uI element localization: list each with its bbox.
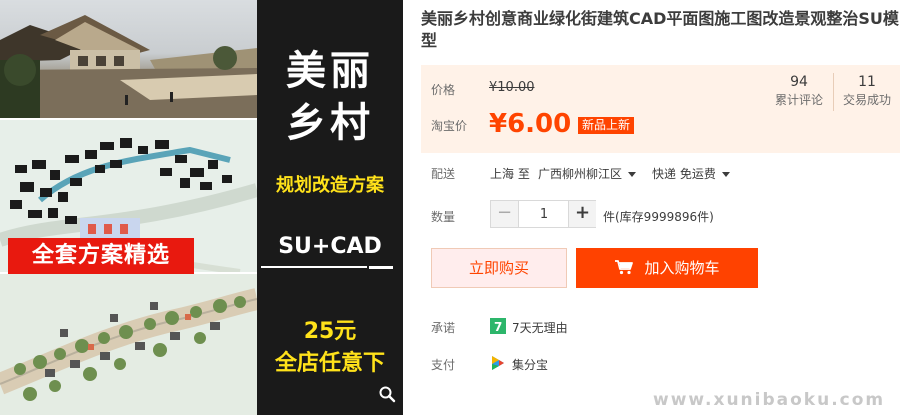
delivery-destination-select[interactable]: 广西柳州柳江区 xyxy=(538,165,637,182)
product-main-image[interactable]: 全套方案精选 美丽 乡村 规划改造方案 SU+CAD 25元 全店任意下 xyxy=(0,0,403,415)
quantity-increase-button[interactable]: + xyxy=(568,201,596,227)
promise-text[interactable]: 7天无理由 xyxy=(512,319,568,336)
sale-price-value: ¥6.00 xyxy=(489,109,572,139)
quantity-decrease-button[interactable]: − xyxy=(491,201,519,227)
promo-headline-1: 美丽 xyxy=(286,48,374,94)
promo-format: SU+CAD xyxy=(278,234,382,259)
seven-day-return-icon: 7 xyxy=(490,318,506,334)
promo-divider-accent xyxy=(369,266,393,269)
delivery-origin: 上海 至 xyxy=(490,167,530,181)
shipping-method: 快递 免运费 xyxy=(652,167,716,181)
sales-count-stat: 11 交易成功 xyxy=(837,73,897,109)
village-rendering-photo xyxy=(0,0,257,118)
payment-text: 集分宝 xyxy=(512,358,549,372)
promise-label: 承诺 xyxy=(431,321,456,335)
quantity-stepper: − + xyxy=(490,200,596,228)
list-price-label: 价格 xyxy=(431,83,456,97)
chevron-down-icon xyxy=(721,172,730,177)
review-count-label: 累计评论 xyxy=(774,93,823,107)
promo-store-offer: 全店任意下 xyxy=(274,351,385,376)
sale-price-label: 淘宝价 xyxy=(431,119,468,133)
jifenbao-icon xyxy=(490,355,506,371)
promo-headline-2: 乡村 xyxy=(286,100,374,146)
new-arrival-badge: 新品上新 xyxy=(578,117,635,134)
sales-count: 11 xyxy=(858,74,876,90)
svg-text:7: 7 xyxy=(494,320,502,334)
price-panel: 价格 ¥10.00 淘宝价 ¥6.00 新品上新 94 累计评论 11 交易成功 xyxy=(421,65,900,153)
product-title: 美丽乡村创意商业绿化街建筑CAD平面图施工图改造景观整治SU模型 xyxy=(421,9,899,50)
chevron-down-icon xyxy=(628,172,637,177)
review-count-stat[interactable]: 94 累计评论 xyxy=(769,73,829,109)
review-count: 94 xyxy=(790,74,808,90)
delivery-destination: 广西柳州柳江区 xyxy=(538,167,623,181)
add-to-cart-button[interactable]: 加入购物车 xyxy=(576,248,758,288)
promo-divider xyxy=(261,266,367,268)
quantity-input[interactable] xyxy=(520,201,568,227)
buy-now-button[interactable]: 立即购买 xyxy=(431,248,567,288)
promo-subtitle: 规划改造方案 xyxy=(276,175,384,196)
stock-info: 件(库存9999896件) xyxy=(603,210,714,224)
delivery-label: 配送 xyxy=(431,167,456,181)
sales-count-label: 交易成功 xyxy=(842,93,891,107)
add-to-cart-label: 加入购物车 xyxy=(644,259,720,277)
promo-banner: 美丽 乡村 规划改造方案 SU+CAD 25元 全店任意下 xyxy=(257,0,403,415)
promo-red-tag: 全套方案精选 xyxy=(8,238,194,274)
site-watermark: www.xunibaoku.com xyxy=(653,390,886,410)
stat-divider xyxy=(833,73,834,111)
promo-price-tag: 25元 xyxy=(303,319,357,344)
cart-icon xyxy=(615,260,634,275)
colored-master-plan xyxy=(0,274,257,415)
quantity-label: 数量 xyxy=(431,210,456,224)
shipping-method-select[interactable]: 快递 免运费 xyxy=(652,165,730,182)
list-price-value: ¥10.00 xyxy=(489,80,535,95)
zoom-icon[interactable] xyxy=(378,385,396,403)
payment-label: 支付 xyxy=(431,358,456,372)
